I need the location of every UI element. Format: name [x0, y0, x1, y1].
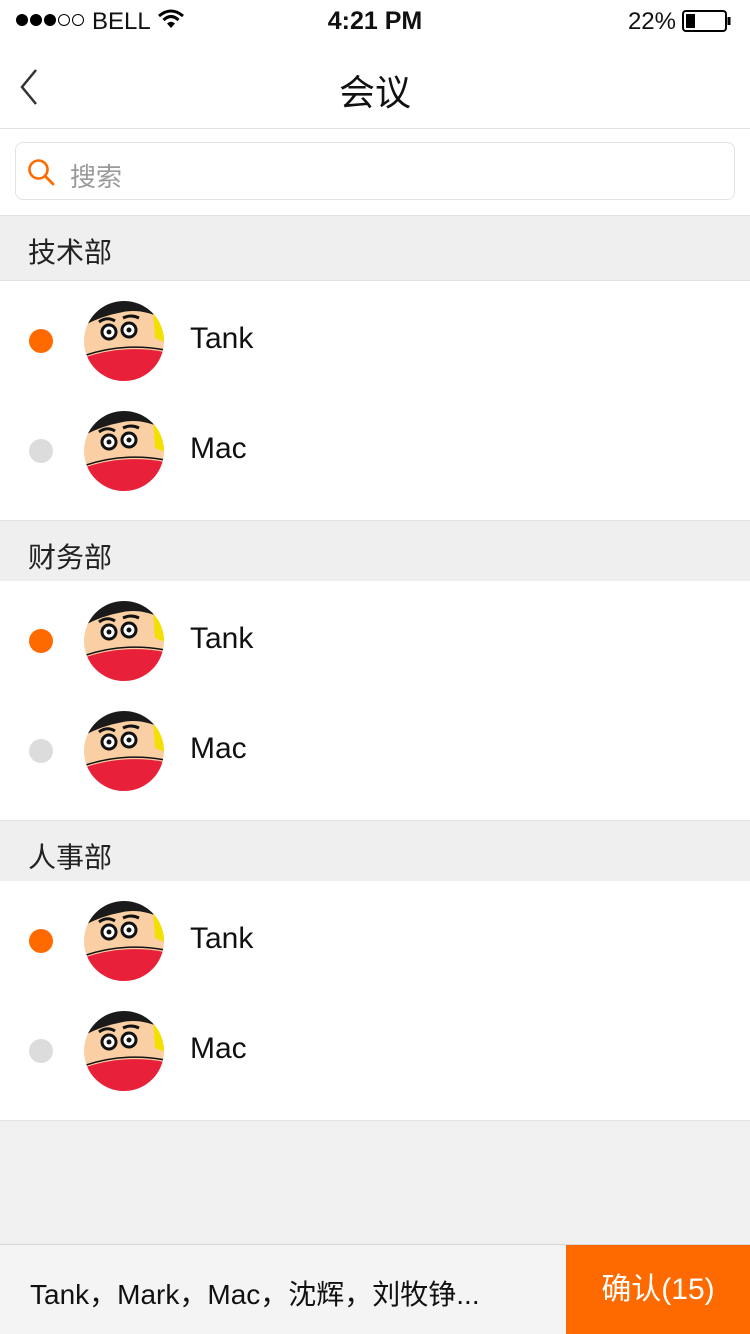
search-input[interactable]: 搜索	[15, 142, 735, 200]
member-row[interactable]: Tank	[0, 586, 750, 696]
bottom-bar: Tank，Mark，Mac，沈辉，刘牧铮... 确认(15)	[0, 1244, 750, 1334]
avatar	[83, 1010, 165, 1092]
selected-radio[interactable]	[29, 929, 53, 953]
member-name: Tank	[190, 322, 254, 355]
member-list: Tank Mac	[0, 581, 750, 821]
member-name: Mac	[190, 1032, 247, 1065]
battery-percent: 22%	[627, 8, 676, 35]
section-title: 人事部	[28, 842, 113, 873]
unselected-radio[interactable]	[29, 1039, 53, 1063]
section-title: 财务部	[28, 542, 113, 573]
section-header: 财务部	[0, 520, 750, 586]
selected-radio[interactable]	[29, 629, 53, 653]
page-title: 会议	[338, 72, 411, 113]
avatar	[83, 710, 165, 792]
member-name: Tank	[190, 622, 254, 655]
unselected-radio[interactable]	[29, 439, 53, 463]
member-row[interactable]: Mac	[0, 696, 750, 806]
status-bar: BELL 4:21 PM 22%	[0, 0, 750, 40]
navigation-bar: 会议	[0, 40, 750, 129]
member-name: Mac	[190, 432, 247, 465]
section-header: 人事部	[0, 820, 750, 886]
section-title: 技术部	[28, 237, 113, 268]
member-list: Tank Mac	[0, 881, 750, 1121]
search-icon	[28, 159, 55, 186]
member-row[interactable]: Mac	[0, 396, 750, 506]
avatar	[83, 600, 165, 682]
search-placeholder: 搜索	[70, 162, 123, 192]
member-name: Tank	[190, 922, 254, 955]
member-row[interactable]: Tank	[0, 886, 750, 996]
selected-names[interactable]: Tank，Mark，Mac，沈辉，刘牧铮...	[30, 1273, 530, 1313]
confirm-button[interactable]: 确认(15)	[566, 1245, 750, 1334]
member-row[interactable]: Mac	[0, 996, 750, 1106]
avatar	[83, 900, 165, 982]
selected-radio[interactable]	[29, 329, 53, 353]
avatar	[83, 410, 165, 492]
search-area: 搜索	[0, 129, 750, 215]
section-header: 技术部	[0, 215, 750, 281]
battery-icon	[682, 10, 731, 32]
unselected-radio[interactable]	[29, 739, 53, 763]
member-name: Mac	[190, 732, 247, 765]
avatar	[83, 300, 165, 382]
member-list: Tank Mac	[0, 281, 750, 521]
member-row[interactable]: Tank	[0, 286, 750, 396]
